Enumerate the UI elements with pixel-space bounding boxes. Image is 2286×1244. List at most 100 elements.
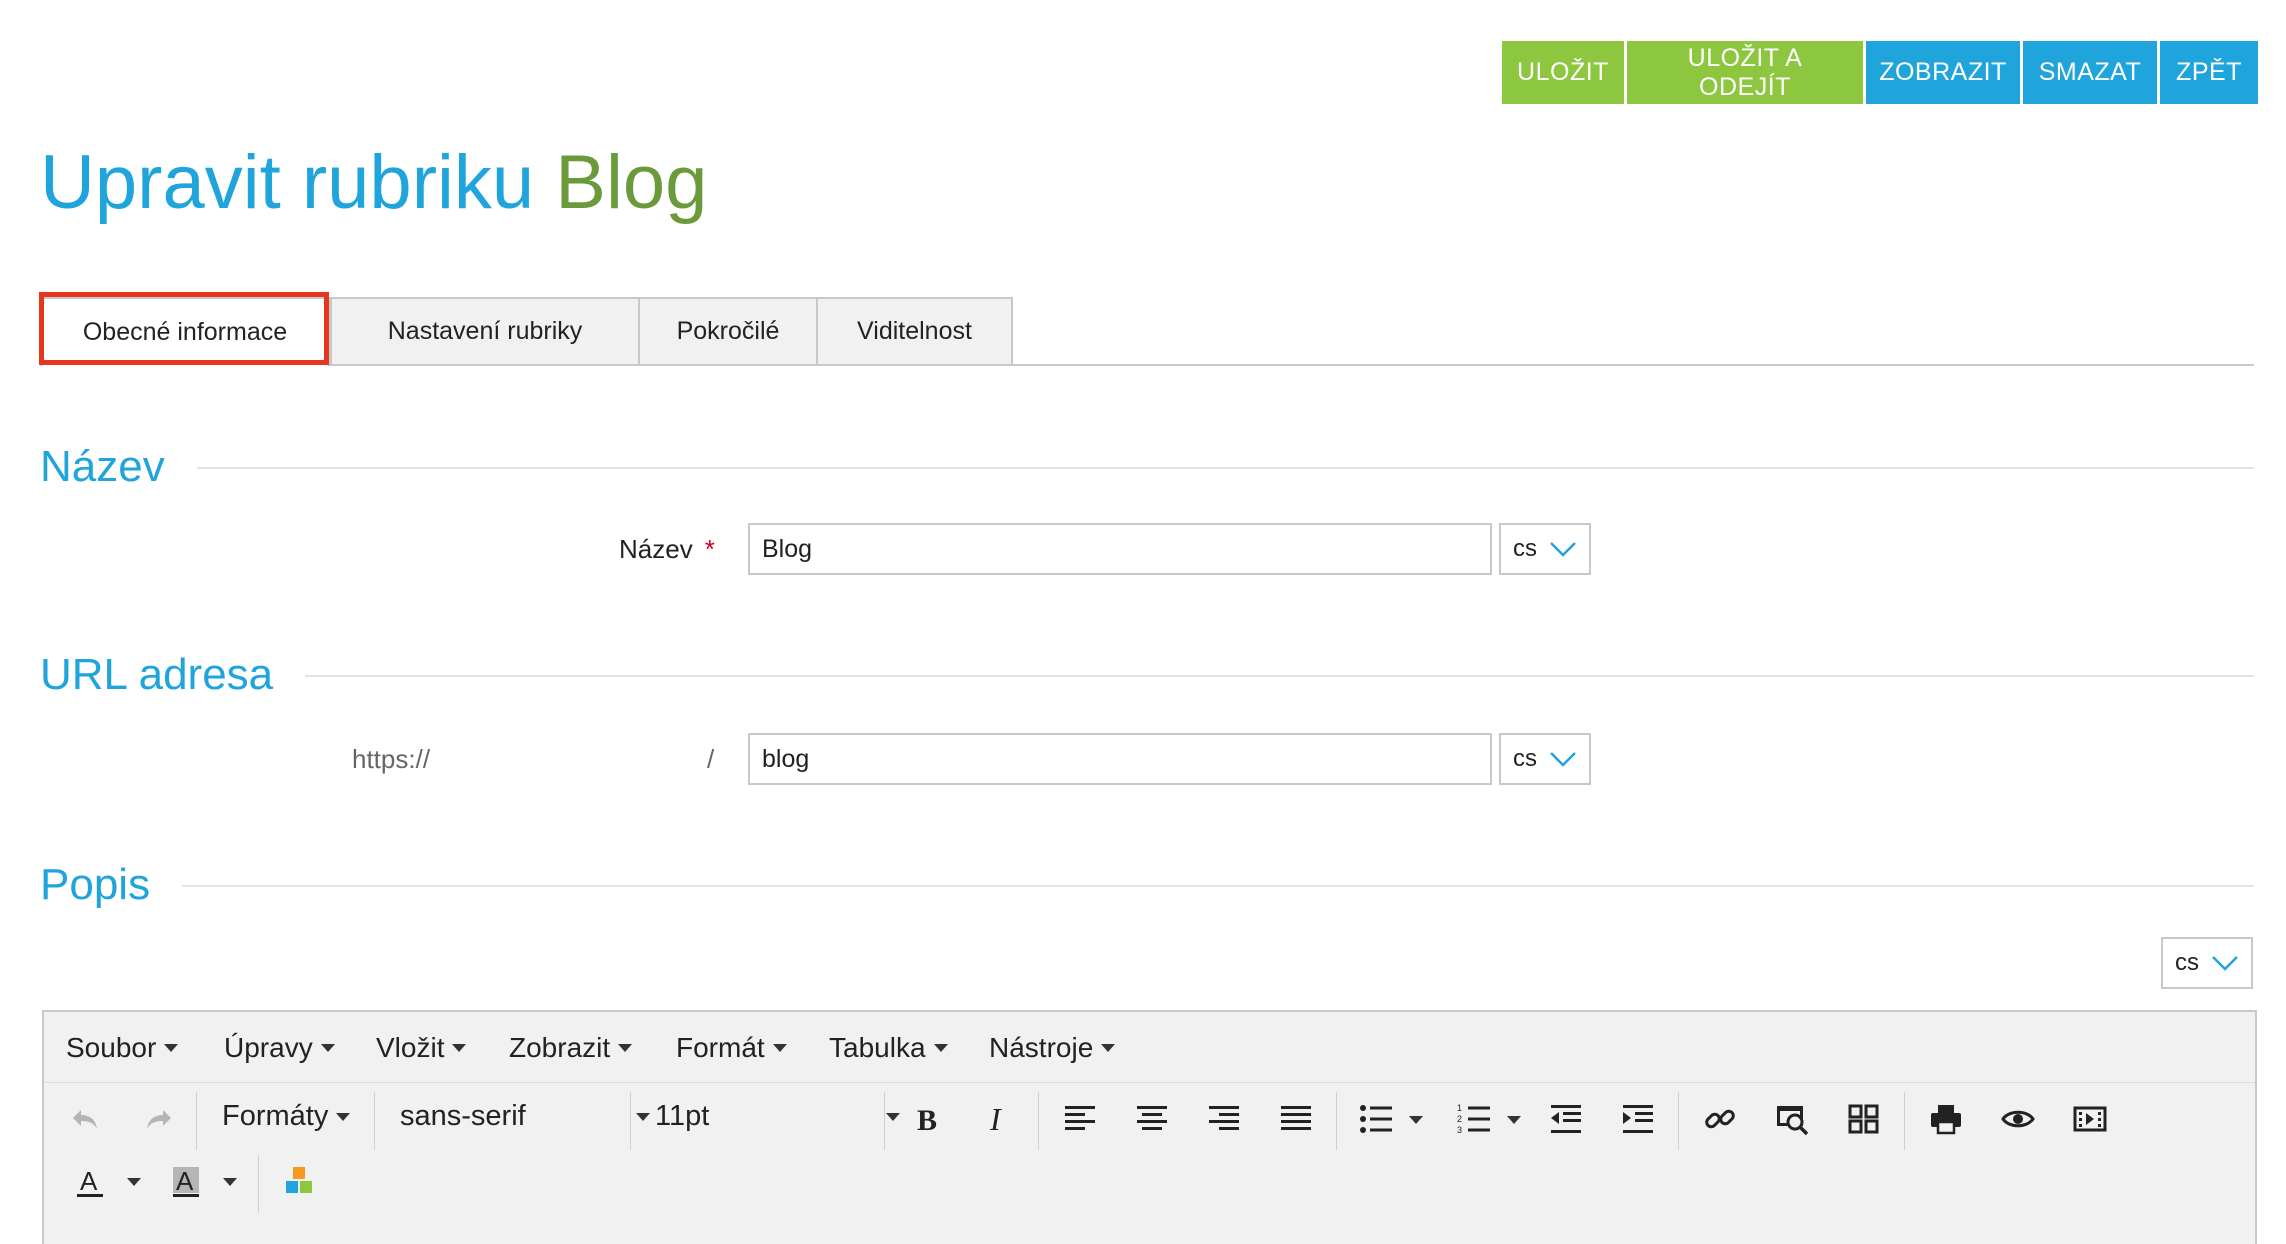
font-family-dropdown[interactable]: sans-serif — [400, 1100, 650, 1133]
formats-dropdown[interactable]: Formáty — [222, 1100, 351, 1133]
chevron-down-icon — [1550, 542, 1576, 557]
align-left-icon — [1065, 1106, 1095, 1130]
align-left-button[interactable] — [1058, 1097, 1102, 1141]
background-color-options[interactable] — [216, 1172, 237, 1192]
text-color-button[interactable]: A — [68, 1160, 112, 1204]
name-label-text: Název — [619, 534, 693, 564]
toolbar-separator — [1904, 1092, 1905, 1150]
menu-table[interactable]: Tabulka — [829, 1032, 948, 1064]
tab-bar: Obecné informace Nastavení rubriky Pokro… — [40, 297, 2254, 366]
align-right-button[interactable] — [1202, 1097, 1246, 1141]
description-lang-select[interactable]: cs — [2161, 937, 2253, 989]
menu-view[interactable]: Zobrazit — [509, 1032, 633, 1064]
toolbar-separator — [884, 1092, 885, 1150]
insert-image-button[interactable] — [1770, 1097, 1814, 1141]
url-prefix: https:// — [352, 744, 431, 774]
undo-icon — [73, 1110, 97, 1129]
grid-icon — [1848, 1104, 1879, 1134]
name-lang-value: cs — [1513, 535, 1537, 562]
save-button[interactable]: ULOŽIT — [1502, 41, 1624, 104]
formats-label: Formáty — [222, 1100, 329, 1132]
caret-down-icon — [636, 1112, 650, 1121]
section-divider — [40, 467, 2254, 469]
show-button[interactable]: ZOBRAZIT — [1866, 41, 2020, 104]
url-lang-select[interactable]: cs — [1499, 733, 1591, 785]
description-lang-value: cs — [2175, 949, 2199, 976]
bold-button[interactable]: B — [904, 1097, 948, 1141]
indent-icon — [1623, 1105, 1653, 1133]
caret-down-icon — [1507, 1116, 1521, 1124]
caret-down-icon — [452, 1044, 467, 1052]
blocks-icon — [286, 1167, 312, 1193]
section-divider — [40, 675, 2254, 677]
redo-button[interactable] — [136, 1097, 180, 1141]
caret-down-icon — [1409, 1116, 1423, 1124]
font-size-value: 11pt — [655, 1100, 710, 1132]
menu-insert-label: Vložit — [376, 1032, 445, 1063]
menu-edit[interactable]: Úpravy — [224, 1032, 335, 1064]
bullet-list-button[interactable] — [1354, 1097, 1398, 1141]
insert-media-button[interactable] — [2068, 1097, 2112, 1141]
name-input[interactable] — [748, 523, 1492, 575]
tab-advanced[interactable]: Pokročilé — [638, 297, 818, 364]
print-button[interactable] — [1924, 1097, 1968, 1141]
link-icon — [1705, 1109, 1735, 1129]
menu-file[interactable]: Soubor — [66, 1032, 179, 1064]
name-label: Název * — [619, 534, 715, 565]
align-center-button[interactable] — [1130, 1097, 1174, 1141]
tab-general-info-label: Obecné informace — [82, 318, 288, 346]
caret-down-icon — [1101, 1044, 1116, 1052]
italic-button[interactable]: I — [976, 1097, 1020, 1141]
action-toolbar: ULOŽIT ULOŽIT A ODEJÍT ZOBRAZIT SMAZAT Z… — [1502, 41, 2258, 104]
name-lang-select[interactable]: cs — [1499, 523, 1591, 575]
numbered-list-options[interactable] — [1500, 1110, 1521, 1130]
text-color-options[interactable] — [120, 1172, 141, 1192]
menu-tools-label: Nástroje — [989, 1032, 1094, 1063]
menu-edit-label: Úpravy — [224, 1032, 313, 1063]
align-justify-button[interactable] — [1274, 1097, 1318, 1141]
toolbar-separator — [258, 1155, 259, 1213]
toolbar-separator — [1038, 1092, 1039, 1150]
menu-insert[interactable]: Vložit — [376, 1032, 467, 1064]
insert-widget-button[interactable] — [278, 1160, 322, 1204]
align-justify-icon — [1281, 1106, 1311, 1130]
save-and-exit-button[interactable]: ULOŽIT A ODEJÍT — [1627, 41, 1863, 104]
section-divider — [40, 885, 2254, 887]
insert-link-button[interactable] — [1698, 1097, 1742, 1141]
svg-text:3: 3 — [1457, 1125, 1462, 1135]
bullet-list-options[interactable] — [1402, 1110, 1423, 1130]
tab-visibility[interactable]: Viditelnost — [816, 297, 1013, 364]
menu-format[interactable]: Formát — [676, 1032, 787, 1064]
bullet-list-icon — [1360, 1105, 1392, 1133]
numbered-list-button[interactable]: 123 — [1452, 1097, 1496, 1141]
delete-button[interactable]: SMAZAT — [2023, 41, 2157, 104]
font-size-dropdown[interactable]: 11pt — [655, 1100, 900, 1133]
caret-down-icon — [223, 1178, 237, 1186]
rich-text-editor: Soubor Úpravy Vložit Zobrazit Formát Tab… — [42, 1010, 2257, 1244]
insert-gallery-button[interactable] — [1842, 1097, 1886, 1141]
tab-section-settings[interactable]: Nastavení rubriky — [330, 297, 640, 364]
svg-text:I: I — [989, 1102, 1002, 1136]
undo-button[interactable] — [64, 1097, 108, 1141]
url-input[interactable] — [748, 733, 1492, 785]
outdent-button[interactable] — [1544, 1097, 1588, 1141]
bold-icon: B — [917, 1104, 937, 1136]
toolbar-separator — [196, 1092, 197, 1150]
align-right-icon — [1209, 1106, 1239, 1130]
indent-button[interactable] — [1616, 1097, 1660, 1141]
print-icon — [1931, 1105, 1961, 1135]
preview-button[interactable] — [1996, 1097, 2040, 1141]
url-lang-value: cs — [1513, 745, 1537, 772]
caret-down-icon — [320, 1044, 335, 1052]
svg-text:A: A — [80, 1166, 98, 1196]
text-color-icon: A — [77, 1166, 103, 1197]
toolbar-separator — [1336, 1092, 1337, 1150]
tab-general-info[interactable]: Obecné informace — [40, 297, 330, 366]
page-title: Upravit rubriku Blog — [40, 138, 707, 228]
svg-text:2: 2 — [1457, 1114, 1462, 1124]
back-button[interactable]: ZPĚT — [2160, 41, 2258, 104]
menu-tools[interactable]: Nástroje — [989, 1032, 1116, 1064]
section-description-heading: Popis — [40, 855, 183, 915]
background-color-button[interactable]: A — [164, 1160, 208, 1204]
url-separator: / — [707, 744, 715, 774]
